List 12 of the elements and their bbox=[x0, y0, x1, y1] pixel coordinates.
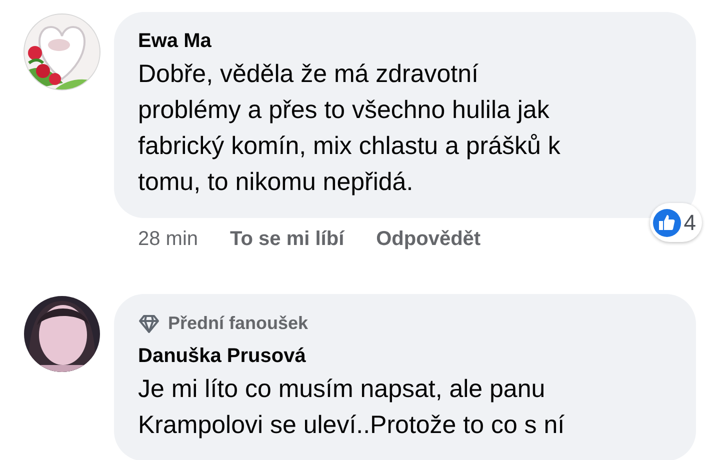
comment-text: Je mi líto co musím napsat, ale panu Krampolovi se uleví..Protože to co s ní bbox=[138, 374, 566, 441]
reply-link[interactable]: Odpovědět bbox=[376, 224, 481, 254]
author-name[interactable]: Ewa Ma bbox=[138, 28, 676, 54]
comment-text: Dobře, věděla že má zdravotní problémy a přes to všechno hulila jak fabrický komín, mix chlastu a prášků k tomu, to nikomu nepřidá. bbox=[138, 59, 562, 198]
reaction-count: 4 bbox=[684, 209, 696, 237]
diamond-icon bbox=[138, 314, 160, 334]
thumbs-up-icon bbox=[652, 208, 681, 236]
reaction-badge[interactable]: 4 bbox=[650, 203, 702, 242]
comment-time: 28 min bbox=[138, 227, 198, 252]
top-fan-label: Přední fanoušek bbox=[168, 312, 308, 335]
author-name[interactable]: Danuška Prusová bbox=[138, 343, 676, 369]
like-link[interactable]: To se mi líbí bbox=[230, 224, 344, 254]
